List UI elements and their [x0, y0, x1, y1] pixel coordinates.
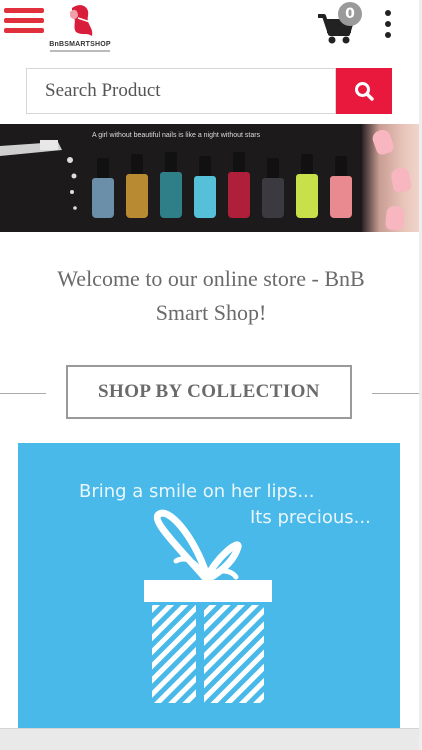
divider-left: [0, 393, 46, 394]
bottle-cap: [267, 158, 279, 180]
bottle-cap: [335, 156, 347, 178]
search-icon: [355, 82, 374, 101]
logo[interactable]: BnBSMARTSHOP: [42, 2, 118, 56]
bottle-cap: [97, 158, 109, 180]
search-bar: [26, 68, 392, 114]
welcome-message: Welcome to our online store - BnB Smart …: [30, 262, 392, 330]
welcome-line-1: Welcome to our online store - BnB: [57, 266, 365, 291]
browser-bottom-bar: [0, 728, 422, 750]
bottle-cap: [131, 154, 143, 176]
shop-by-collection-heading[interactable]: SHOP BY COLLECTION: [66, 365, 352, 419]
nail-polish-bottle: [92, 178, 114, 218]
menu-icon[interactable]: [4, 8, 44, 40]
search-input[interactable]: [26, 68, 336, 114]
gift-box-icon: [144, 509, 272, 703]
nail-polish-bottle: [330, 176, 352, 218]
nail-polish-bottle: [194, 176, 216, 218]
gift-promo-banner[interactable]: Bring a smile on her lips... Its preciou…: [18, 443, 400, 733]
nail-polish-bottle: [160, 172, 182, 218]
header: BnBSMARTSHOP 0: [0, 0, 422, 60]
nail-polish-bottle: [296, 174, 318, 218]
search-button[interactable]: [336, 68, 392, 114]
nail-polish-bottle: [262, 178, 284, 218]
hand-image: [362, 124, 420, 232]
bottle-cap: [199, 156, 211, 178]
nail-polish-bottle: [126, 174, 148, 218]
brush-drips-icon: [0, 140, 77, 210]
banner-caption: A girl without beautiful nails is like a…: [92, 132, 261, 139]
bottle-cap: [165, 152, 177, 174]
more-options-icon[interactable]: [382, 10, 394, 42]
welcome-line-2: Smart Shop!: [155, 300, 267, 325]
logo-tagline: [50, 50, 110, 52]
nail-polish-banner[interactable]: A girl without beautiful nails is like a…: [0, 124, 420, 232]
nail-polish-bottle: [228, 172, 250, 218]
bottle-cap: [233, 152, 245, 174]
bottle-cap: [301, 154, 313, 176]
cart-count-badge: 0: [338, 2, 362, 26]
logo-text: BnBSMARTSHOP: [49, 41, 111, 48]
divider-right: [372, 393, 422, 394]
logo-figure-icon: [70, 5, 93, 37]
